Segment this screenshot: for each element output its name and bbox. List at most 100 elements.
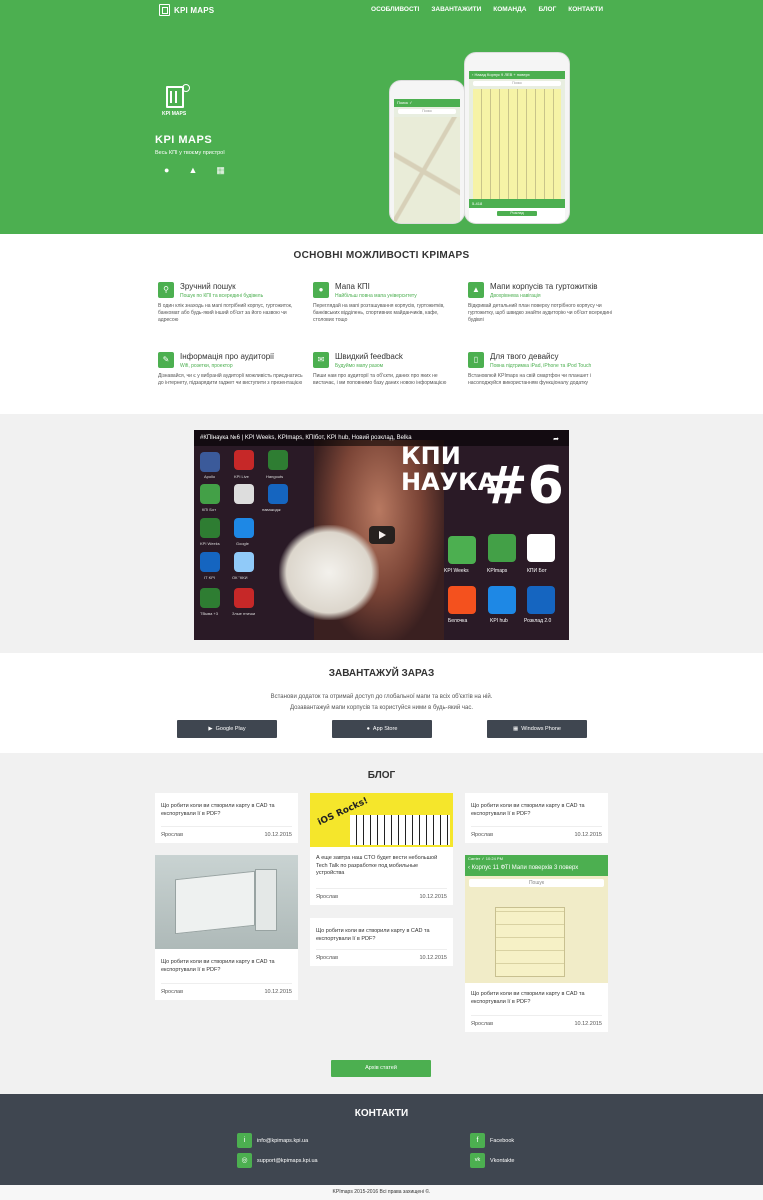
nav-link-contacts[interactable]: КОНТАКТИ (568, 6, 603, 13)
phone-room-panel: 5-418 Розклад (469, 199, 565, 223)
facebook-icon: f (470, 1133, 485, 1148)
vkontakte-icon: vk (470, 1153, 485, 1168)
apple-icon[interactable]: ● (164, 166, 169, 175)
share-icon[interactable]: ➦ (553, 435, 559, 443)
blog-card-date: 10.12.2015 (574, 832, 602, 838)
play-button[interactable] (369, 526, 395, 544)
blog-card-author: Ярослав (471, 832, 494, 838)
blog-card-date: 10.12.2015 (264, 832, 292, 838)
contact-email-support[interactable]: ◎ support@kpimaps.kpi.ua (237, 1153, 318, 1168)
hero-section (0, 0, 763, 234)
info-icon: i (237, 1133, 252, 1148)
feature-title: Швидкий feedback (335, 352, 403, 361)
app-store-button[interactable]: ● App Store (332, 720, 432, 738)
app-icon (527, 534, 555, 562)
poster-image (175, 870, 255, 935)
app-label: Apollo (204, 474, 216, 479)
blog-card-author: Ярослав (316, 894, 339, 900)
phone-screen: ‹ Назад Корпус 9 ЛЕВ + поверх Поиск 5-41… (469, 71, 565, 223)
hero-title: KPI MAPS (155, 134, 213, 146)
blog-card[interactable]: Що робити коли ви створили карту в CAD т… (155, 793, 298, 843)
blog-card[interactable]: Що робити коли ви створили карту в CAD т… (155, 855, 298, 1000)
nav-logo[interactable]: KPI MAPS (159, 4, 214, 16)
phone-search: Поиск (473, 81, 561, 86)
feature-title: Зручний пошук (180, 282, 236, 291)
copyright: KPImaps 2015-2016 Всі права захищені ©. (332, 1189, 431, 1195)
android-icon[interactable]: ▲ (188, 166, 197, 175)
contact-text: info@kpimaps.kpi.ua (257, 1137, 309, 1144)
feature-description: Дізнавайся, чи є у вибраній аудиторії мо… (158, 373, 303, 387)
blog-card[interactable]: iOS Rocks! А еще завтра наш CTO будет ве… (310, 793, 453, 905)
google-play-icon: ▶ (208, 726, 213, 732)
video-title: #КПІнаука №6 | KPI Weeks, KPImaps, КПІбо… (194, 430, 569, 446)
blog-card-author: Ярослав (471, 1021, 494, 1027)
video-overlay-line2: НАУКА (401, 468, 497, 496)
app-icon (200, 484, 220, 504)
feature-description: В один клік знаходь на мапі потрібний ко… (158, 303, 293, 324)
windows-icon[interactable]: ▦ (216, 166, 225, 175)
blog-card-author: Ярослав (161, 832, 184, 838)
device-icon: ▯ (468, 352, 484, 368)
app-icon (488, 534, 516, 562)
blog-card[interactable]: Carrier ✓ 10:24 PM ‹ Корпус 11 ФТІ Мапи … (465, 855, 608, 1032)
feedback-icon: ✉ (313, 352, 329, 368)
blog-card-text: А еще завтра наш CTO будет вести небольш… (316, 855, 438, 876)
building-icon (159, 4, 170, 16)
chat-icon: ✎ (158, 352, 174, 368)
feature-description: Відкривай детальний план поверху потрібн… (468, 303, 612, 324)
app-store-label: App Store (372, 726, 398, 732)
app-icon (200, 552, 220, 572)
phone-floorplan (473, 89, 561, 201)
feature-subtitle: Будуймо мапу разом (335, 363, 384, 369)
contact-email-info[interactable]: i info@kpimaps.kpi.ua (237, 1133, 308, 1148)
blog-card-author: Ярослав (161, 989, 184, 995)
app-label: Белочка (448, 618, 468, 624)
feature-subtitle: Пошук по КПІ та всередині будівель (180, 293, 264, 299)
contact-text: support@kpimaps.kpi.ua (257, 1157, 318, 1164)
map-pin-icon: ● (313, 282, 329, 298)
app-icon (234, 552, 254, 572)
archive-button[interactable]: Архів статей (331, 1060, 431, 1077)
blog-card-image: iOS Rocks! (310, 793, 453, 847)
app-label: IT KPI (204, 575, 216, 580)
feature-subtitle: Wifi, розетки, проектор (180, 363, 233, 369)
windows-phone-label: Windows Phone (521, 726, 561, 732)
contact-facebook[interactable]: f Facebook (470, 1133, 514, 1148)
top-nav: ОСОБЛИВОСТІ ЗАВАНТАЖИТИ КОМАНДА БЛОГ КОН… (371, 6, 603, 13)
contact-vkontakte[interactable]: vk Vkontakte (470, 1153, 514, 1168)
app-icon (234, 588, 254, 608)
app-label: наважодж (262, 507, 281, 512)
app-label: КПІ Бот (202, 507, 217, 512)
crowd-illustration (350, 815, 450, 845)
blog-card-footer: Ярослав 10.12.2015 (316, 949, 447, 961)
blog-card[interactable]: Що робити коли ви створили карту в CAD т… (465, 793, 608, 843)
feature-title: Для твого девайсу (490, 352, 559, 361)
blog-card-text: Що робити коли ви створили карту в CAD т… (161, 959, 275, 973)
windows-phone-button[interactable]: ▦ Windows Phone (487, 720, 587, 738)
app-label: KPI Weeks (200, 541, 220, 546)
blog-card-footer: Ярослав 10.12.2015 (471, 1015, 602, 1027)
blog-card-text: Що робити коли ви створили карту в CAD т… (161, 803, 275, 817)
hero-logo: KPI MAPS (162, 84, 192, 120)
phone-screen: Поиск ✓ Поиск (394, 99, 460, 223)
app-icon (268, 484, 288, 504)
nav-link-blog[interactable]: БЛОГ (538, 6, 556, 13)
google-play-button[interactable]: ▶ Google Play (177, 720, 277, 738)
nav-link-team[interactable]: КОМАНДА (493, 6, 526, 13)
blog-card-footer: Ярослав 10.12.2015 (161, 983, 292, 995)
download-text-line2: Дозавантажуй мапи корпусів та користуйся… (289, 705, 474, 711)
app-icon (200, 452, 220, 472)
app-label: Злые птички (232, 611, 256, 616)
app-label: ОК "ККИ (232, 575, 248, 580)
app-label: ТВыва +3 (200, 611, 218, 616)
feature-description: Переглядай на мапі розташування корпусів… (313, 303, 445, 324)
phone-search: Поиск (398, 109, 456, 114)
download-text-line1: Встанови додаток та отримай доступ до гл… (270, 694, 493, 700)
feature-title: Мапи корпусів та гуртожитків (490, 282, 598, 291)
blog-card-image: Carrier ✓ 10:24 PM ‹ Корпус 11 ФТІ Мапи … (465, 855, 608, 983)
blog-card[interactable]: Що робити коли ви створили карту в CAD т… (310, 918, 453, 966)
app-label: KPI Live (234, 474, 249, 479)
video-player[interactable]: Apollo KPI Live Hangouts КПІ Бот наважод… (194, 430, 569, 640)
nav-link-download[interactable]: ЗАВАНТАЖИТИ (431, 6, 481, 13)
nav-link-features[interactable]: ОСОБЛИВОСТІ (371, 6, 419, 13)
